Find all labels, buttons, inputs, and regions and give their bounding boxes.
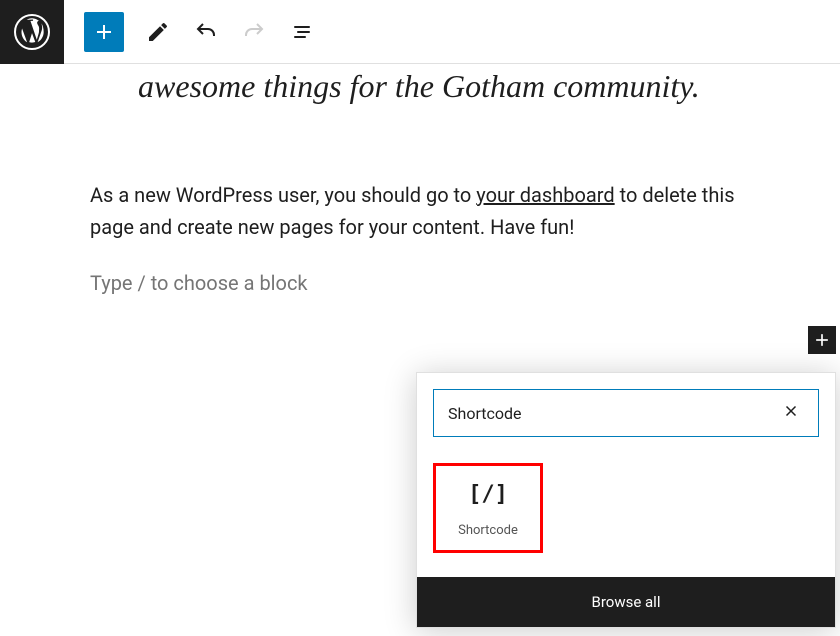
dashboard-link[interactable]: your dashboard (476, 183, 614, 207)
document-overview-button[interactable] (282, 12, 322, 52)
wordpress-icon (18, 18, 46, 46)
tools-button[interactable] (138, 12, 178, 52)
block-search-box (433, 389, 819, 437)
plus-icon (812, 330, 832, 350)
editor-canvas: awesome things for the Gotham community.… (0, 64, 840, 295)
block-inserter-toggle[interactable] (84, 12, 124, 52)
wordpress-logo[interactable] (0, 0, 64, 64)
block-result-label: Shortcode (458, 523, 518, 538)
plus-icon (92, 20, 116, 44)
inline-inserter-button[interactable] (808, 326, 836, 354)
undo-icon (194, 20, 218, 44)
editor-toolbar (64, 12, 322, 52)
list-view-icon (290, 20, 314, 44)
editor-top-bar (0, 0, 840, 64)
block-result-shortcode[interactable]: [/] Shortcode (433, 463, 543, 553)
shortcode-icon: [/] (468, 482, 508, 507)
group-block[interactable]: awesome things for the Gotham community. (90, 64, 750, 149)
block-search-input[interactable] (448, 404, 778, 423)
paragraph-text: As a new WordPress user, you should go t… (90, 183, 476, 207)
block-results: [/] Shortcode (417, 453, 835, 577)
block-inserter-popover: [/] Shortcode Browse all (416, 372, 836, 628)
browse-all-button[interactable]: Browse all (417, 577, 835, 627)
redo-icon (242, 20, 266, 44)
redo-button (234, 12, 274, 52)
empty-block-placeholder[interactable]: Type / to choose a block (90, 271, 750, 295)
clear-search-button[interactable] (778, 397, 804, 429)
undo-button[interactable] (186, 12, 226, 52)
intro-paragraph[interactable]: awesome things for the Gotham community. (138, 64, 702, 109)
pencil-icon (146, 20, 170, 44)
body-paragraph[interactable]: As a new WordPress user, you should go t… (90, 179, 750, 243)
close-icon (782, 402, 800, 420)
